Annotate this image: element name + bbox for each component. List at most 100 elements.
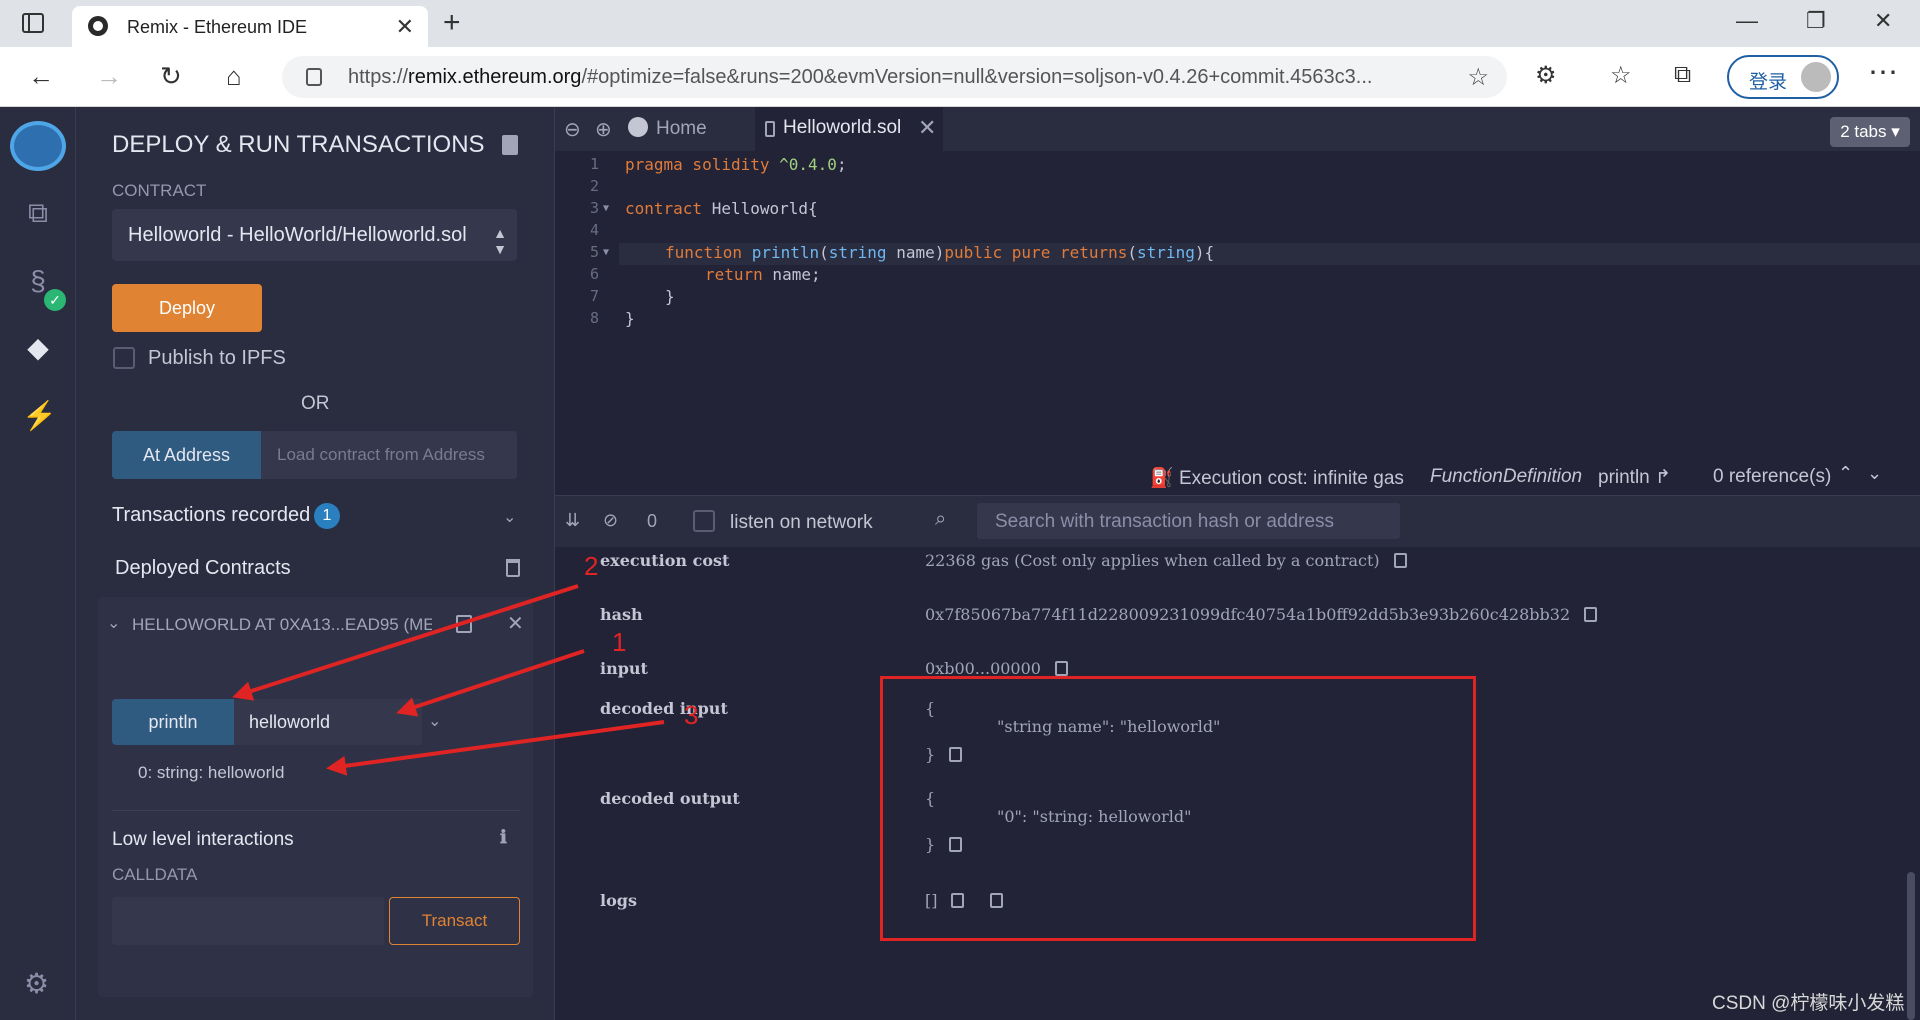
tx-value-hash: 0x7f85067ba774f11d228009231099dfc40754a1… [925,605,1598,624]
tx-key-input: input [600,659,648,678]
code-line-6: return name; [705,265,821,284]
editor-status-bar: ⛽ Execution cost: infinite gas FunctionD… [555,457,1920,495]
fold-icon[interactable]: ▼ [603,247,609,258]
chevron-down-icon[interactable]: ⌄ [428,711,441,731]
at-address-button[interactable]: At Address [112,431,261,479]
divider [112,810,520,811]
function-output: 0: string: helloworld [138,763,285,782]
tab-title: Remix - Ethereum IDE [127,17,308,37]
code-editor[interactable]: 1 2 3 ▼ 4 5 ▼ 6 7 8 pragma solidity ^0.4… [555,151,1920,457]
terminal-scrollbar[interactable] [1907,872,1915,1020]
tab-helloworld-sol[interactable]: Helloworld.sol ✕ [755,107,943,151]
forward-icon[interactable]: → [96,61,122,92]
settings-gear-icon[interactable]: ⚙ [24,967,49,1000]
println-input[interactable]: helloworld [234,699,422,745]
contract-select[interactable]: Helloworld - HelloWorld/Helloworld.sol ▲… [112,209,517,261]
tx-key-hash: hash [600,605,643,624]
copy-icon[interactable] [1584,607,1598,622]
extensions-icon[interactable]: ⚙ [1535,61,1557,90]
collapse-terminal-icon[interactable]: ⇊ [565,510,580,531]
tx-value-execution-cost: 22368 gas (Cost only applies when called… [925,551,1407,570]
tabs-count-dropdown[interactable]: 2 tabs ▾ [1830,117,1910,147]
code-line-7: } [665,287,675,306]
panel-title: DEPLOY & RUN TRANSACTIONS [112,131,485,158]
remix-favicon-icon [88,16,108,36]
terminal-search-input[interactable]: Search with transaction hash or address [977,503,1400,539]
zoom-in-icon[interactable]: ⊕ [595,117,612,142]
trash-icon[interactable] [506,559,520,577]
url-bar[interactable]: https://remix.ethereum.org/#optimize=fal… [282,56,1507,98]
copy-address-icon[interactable] [456,615,472,633]
instance-title: HELLOWORLD AT 0XA13...EAD95 (MEMORY) [132,615,432,634]
println-button[interactable]: println [112,699,234,745]
terminal-toolbar: ⇊ ⊘ 0 listen on network ⌕ Search with tr… [555,495,1920,547]
tab-home[interactable]: Home [628,117,707,140]
function-definition-label: FunctionDefinition [1430,466,1583,487]
deployed-instance: ⌄ HELLOWORLD AT 0XA13...EAD95 (MEMORY) ✕… [98,597,533,997]
copy-icon[interactable] [1393,553,1407,568]
lock-icon [306,68,322,86]
info-icon[interactable]: ℹ [500,827,507,848]
deploy-run-icon[interactable]: ◆ [22,331,54,363]
icon-rail: ⧉ § ✓ ◆ ⚡ ⚙ [0,107,76,1020]
low-level-label: Low level interactions [112,829,294,850]
file-explorer-icon[interactable]: ⧉ [22,197,54,229]
chevron-down-icon[interactable]: ⌄ [1867,463,1882,484]
fold-icon[interactable]: ▼ [603,203,609,214]
code-line-5: function println(string name)public pure… [665,243,1215,262]
remix-logo-icon[interactable] [10,121,66,171]
line-number: 1 [589,155,599,173]
browser-tab[interactable]: Remix - Ethereum IDE ✕ [72,6,428,47]
annotation-label-2: 2 [584,551,599,581]
new-tab-icon[interactable]: + [443,6,461,40]
close-tab-icon[interactable]: ✕ [918,115,936,141]
listen-network-checkbox[interactable] [693,510,715,532]
plugin-manager-icon[interactable]: ⚡ [22,399,57,431]
deployed-contracts-label: Deployed Contracts [115,557,291,579]
address-toolbar: ← → ↻ ⌂ https://remix.ethereum.org/#opti… [0,47,1920,107]
minimize-icon[interactable]: — [1736,8,1758,34]
calldata-label: CALLDATA [112,865,198,884]
refresh-icon[interactable]: ↻ [160,61,182,92]
editor-tabs: ⊖ ⊕ Home Helloworld.sol ✕ 2 tabs ▾ [555,107,1920,151]
zoom-out-icon[interactable]: ⊖ [564,117,581,142]
line-number: 7 [589,287,599,305]
line-number: 3 [589,199,599,217]
collections-icon[interactable]: ⧉ [1674,61,1691,89]
deploy-button[interactable]: Deploy [112,284,262,332]
clear-console-icon[interactable]: ⊘ [603,510,618,531]
chevron-up-icon[interactable]: ⌃ [1838,463,1853,484]
remove-instance-icon[interactable]: ✕ [507,611,524,636]
transact-button[interactable]: Transact [389,897,520,945]
calldata-input[interactable] [112,897,384,945]
tab-actions-icon[interactable] [22,13,44,33]
or-divider: OR [301,393,330,414]
watermark: CSDN @柠檬味小发糕 [1712,993,1905,1014]
transactions-count-badge: 1 [314,503,340,529]
execution-cost-text: ⛽ Execution cost: infinite gas [1150,468,1404,489]
chevron-down-icon[interactable]: ⌄ [107,613,120,633]
deploy-run-panel: DEPLOY & RUN TRANSACTIONS CONTRACT Hello… [76,107,555,1020]
function-name: println ↱ [1598,467,1671,488]
login-button[interactable]: 登录 [1727,55,1839,99]
copy-icon[interactable] [1054,661,1068,676]
home-icon[interactable]: ⌂ [226,61,242,92]
restore-icon[interactable]: ❐ [1806,8,1826,34]
documentation-icon[interactable] [502,135,518,155]
back-icon[interactable]: ← [28,61,54,92]
close-tab-icon[interactable]: ✕ [396,14,414,40]
select-arrows-icon: ▲ ▼ [493,225,507,257]
add-favorite-icon[interactable]: ☆ [1467,63,1489,92]
favorites-icon[interactable]: ☆ [1610,61,1632,90]
publish-ipfs-checkbox[interactable] [113,347,135,369]
tx-key-logs: logs [600,891,637,910]
line-number: 6 [589,265,599,283]
home-tab-icon [628,117,648,137]
code-line-1: pragma solidity ^0.4.0; [625,155,847,174]
at-address-input[interactable]: Load contract from Address [261,431,517,479]
line-number: 8 [589,309,599,327]
search-icon: ⌕ [935,508,947,530]
close-window-icon[interactable]: ✕ [1874,8,1892,34]
chevron-down-icon[interactable]: ⌄ [503,507,516,527]
more-menu-icon[interactable]: ⋯ [1868,55,1898,90]
